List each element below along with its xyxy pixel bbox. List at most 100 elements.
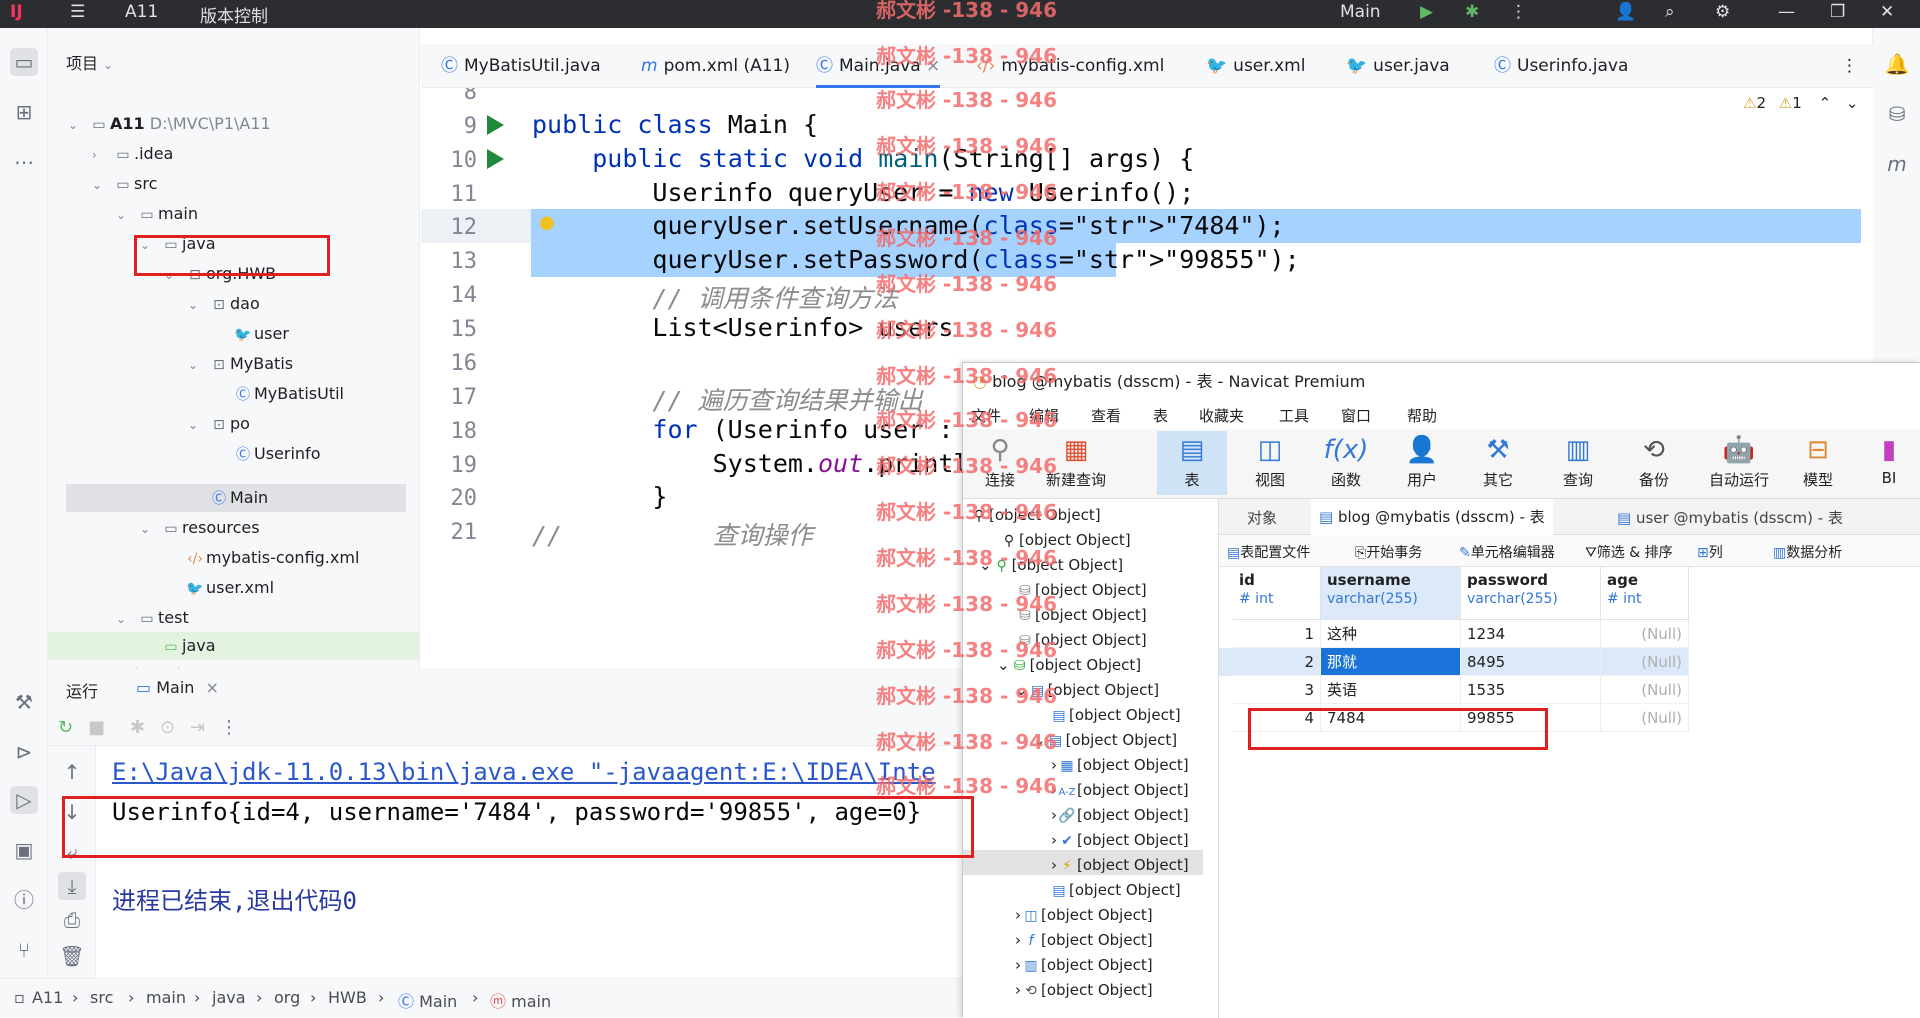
tree-item-test[interactable]: ⌄ ▭ test (116, 604, 189, 632)
tree-queries[interactable]: › ▥ [object Object] (1015, 953, 1153, 978)
project-tool-icon[interactable]: ▭ (10, 48, 38, 76)
scroll-up-icon[interactable]: ↑ (58, 758, 86, 786)
database-tool-icon[interactable]: ⛁ (1883, 100, 1911, 128)
action-cell-editor[interactable]: ✎单元格编辑器 (1459, 542, 1555, 562)
main-menu-icon[interactable]: ☰ (70, 2, 85, 22)
menu-tools[interactable]: 工具 (1279, 405, 1309, 426)
terminal-tool-icon[interactable]: ▣ (10, 836, 38, 864)
run-tool-icon[interactable]: ▷ (10, 786, 38, 814)
tree-user-fields[interactable]: › ▦ [object Object] (1051, 753, 1189, 778)
cell-password[interactable]: 8495 (1461, 648, 1601, 676)
col-header-password[interactable]: password varchar(255) (1461, 567, 1601, 620)
col-header-age[interactable]: age # int (1601, 567, 1689, 620)
cell-password[interactable]: 1535 (1461, 676, 1601, 704)
tree-item-main-class[interactable]: Ⓒ Main (188, 484, 268, 512)
run-icon[interactable]: ▶ (1420, 2, 1433, 22)
tree-user-checks[interactable]: › ✔ [object Object] (1051, 828, 1189, 853)
menu-help[interactable]: 帮助 (1407, 405, 1437, 426)
cell-username-selected[interactable]: 那就 (1321, 648, 1461, 676)
debug-icon[interactable]: ✱ (1465, 2, 1479, 22)
more-icon[interactable]: ⋮ (1510, 2, 1527, 22)
cell-id[interactable]: 3 (1233, 676, 1321, 704)
breadcrumb-a11[interactable]: A11 (32, 988, 63, 1007)
action-columns[interactable]: ⊞列 (1697, 542, 1723, 562)
action-filter-sort[interactable]: ⛛筛选 & 排序 (1585, 542, 1673, 562)
toolbar-bi[interactable]: ▮ BI (1859, 431, 1919, 495)
action-data-analysis[interactable]: ▥数据分析 (1773, 542, 1842, 562)
action-begin-transaction[interactable]: ⎘开始事务 (1355, 542, 1422, 562)
debug-icon[interactable]: ✱ (130, 717, 145, 738)
tree-user-indexes[interactable]: ›A-Z[object Object] (1051, 778, 1189, 803)
breadcrumb-main[interactable]: main (146, 988, 186, 1007)
console-line-command[interactable]: E:\Java\jdk-11.0.13\bin\java.exe "-javaa… (112, 758, 936, 786)
minimize-icon[interactable]: — (1778, 2, 1795, 22)
tree-table-blog[interactable]: ▤ [object Object] (1049, 703, 1180, 728)
tree-item-user-xml[interactable]: 🐦 user.xml (164, 574, 274, 602)
cell-age[interactable]: (Null) (1601, 620, 1689, 648)
soft-wrap-icon[interactable]: ⤶ (58, 838, 86, 866)
breadcrumb-java[interactable]: java (212, 988, 246, 1007)
toolbar-view[interactable]: ◫ 视图 (1235, 431, 1305, 495)
tree-item-src[interactable]: ⌄ ▭ src (92, 170, 157, 198)
project-switcher[interactable]: A11 (125, 2, 158, 22)
tab-user-java[interactable]: 🐦 user.java (1346, 44, 1450, 88)
tree-item-idea[interactable]: › ▭ .idea (92, 140, 173, 168)
tree-user-triggers[interactable]: › ⚡ [object Object] (1051, 853, 1189, 878)
breadcrumb-main-class[interactable]: Ⓒ Main (398, 988, 457, 1012)
more-tools-icon[interactable]: ⋯ (10, 148, 38, 176)
cell-id[interactable]: 2 (1233, 648, 1321, 676)
tree-item-mybatis[interactable]: ⌄ ⊡ MyBatis (188, 350, 293, 378)
tree-item-resources[interactable]: ⌄ ▭ resources (140, 514, 260, 542)
tab-objects[interactable]: 对象 (1247, 507, 1277, 528)
tree-item-target[interactable]: ›▭target (92, 660, 182, 668)
toolbar-function[interactable]: f(x) 函数 (1311, 431, 1381, 495)
tree-item-java[interactable]: ⌄ ▭ java (140, 230, 216, 258)
cell-age[interactable]: (Null) (1601, 648, 1689, 676)
structure-tool-icon[interactable]: ⊞ (10, 98, 38, 126)
tree-item-a11[interactable]: ⌄ ▭ A11 D:\MVC\P1\A11 (68, 110, 271, 138)
scroll-end-icon[interactable]: ⤓ (58, 872, 86, 900)
tab-mybatisutil[interactable]: Ⓒ MyBatisUtil.java (441, 44, 601, 88)
tree-item-test-java[interactable]: ▭ java (140, 632, 215, 660)
breadcrumb-org[interactable]: org (274, 988, 300, 1007)
chevron-down-icon[interactable]: ⌄ (1846, 94, 1859, 112)
cell-username[interactable]: 这种 (1321, 620, 1461, 648)
action-table-profile[interactable]: ▤表配置文件 (1227, 542, 1310, 562)
menu-view[interactable]: 查看 (1091, 405, 1121, 426)
trash-icon[interactable]: 🗑 (58, 942, 86, 970)
stop-icon[interactable]: ■ (88, 717, 105, 738)
cell-id[interactable]: 1 (1233, 620, 1321, 648)
chevron-up-icon[interactable]: ⌃ (1819, 94, 1832, 112)
tree-item-org-hwb[interactable]: ⌄ ⊡ org.HWB (164, 260, 276, 288)
cell-password[interactable]: 99855 (1461, 704, 1601, 732)
menu-favorites[interactable]: 收藏夹 (1199, 405, 1244, 426)
tree-item-mybatisutil[interactable]: Ⓒ MyBatisUtil (212, 380, 344, 408)
run-gutter-icon[interactable] (487, 115, 504, 135)
toolbar-other[interactable]: ⚒ 其它 (1463, 431, 1533, 495)
vcs-menu[interactable]: 版本控制 (200, 2, 268, 27)
settings-icon[interactable]: ⚙ (1715, 2, 1730, 22)
tree-item-main[interactable]: ⌄ ▭ main (116, 200, 198, 228)
col-header-id[interactable]: id # int (1233, 567, 1321, 620)
cell-password[interactable]: 1234 (1461, 620, 1601, 648)
maximize-icon[interactable]: ❐ (1830, 2, 1845, 22)
cell-username[interactable]: 7484 (1321, 704, 1461, 732)
notifications-icon[interactable]: 🔔 (1883, 50, 1911, 78)
tree-item-userinfo[interactable]: Ⓒ Userinfo (212, 440, 320, 468)
toolbar-table[interactable]: ▤ 表 (1157, 431, 1227, 495)
tree-item-mybatis-config[interactable]: ‹/› mybatis-config.xml (164, 544, 359, 572)
camera-icon[interactable]: ⊙ (160, 717, 175, 738)
cell-id[interactable]: 4 (1233, 704, 1321, 732)
toolbar-query[interactable]: ▥ 查询 (1543, 431, 1613, 495)
run-gutter-icon[interactable] (487, 149, 504, 169)
project-panel-title[interactable]: 项目 ⌄ (66, 50, 123, 78)
account-icon[interactable]: 👤 (1615, 2, 1636, 22)
tab-blog-table[interactable]: ▤ blog @mybatis (dsscm) - 表 (1311, 499, 1553, 535)
toolbar-automation[interactable]: 🤖 自动运行 (1697, 431, 1781, 495)
menu-table[interactable]: 表 (1153, 405, 1168, 426)
tree-item-user[interactable]: 🐦 user (212, 320, 289, 348)
tree-backups[interactable]: › ⟲ [object Object] (1015, 978, 1153, 1003)
cell-age[interactable]: (Null) (1601, 676, 1689, 704)
scroll-down-icon[interactable]: ↓ (58, 798, 86, 826)
print-icon[interactable]: ⎙ (58, 906, 86, 934)
